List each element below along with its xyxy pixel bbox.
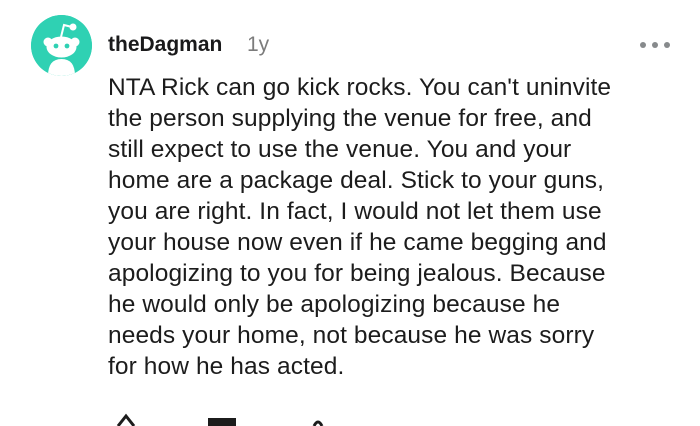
avatar[interactable] — [31, 15, 92, 76]
comment-line: apologizing to you for being jealous. Be… — [108, 260, 606, 287]
comment-line: you are right. In fact, I would not let … — [108, 198, 602, 225]
comment-line: for how he has acted. — [108, 353, 345, 380]
comment-body: NTA Rick can go kick rocks. You can't un… — [108, 72, 678, 382]
comment-line: your house now even if he came begging a… — [108, 229, 607, 256]
comment-line: still expect to use the venue. You and y… — [108, 136, 572, 163]
snoo-avatar-icon — [31, 15, 92, 76]
more-options-icon[interactable] — [640, 38, 670, 52]
comment-age: 1y — [247, 33, 270, 56]
comment-actions — [108, 406, 336, 426]
more-dot — [664, 42, 670, 48]
comment-line: NTA Rick can go kick rocks. You can't un… — [108, 74, 612, 101]
comment-line: needs your home, not because he was sorr… — [108, 322, 595, 349]
comment-line: he would only be apologizing because he — [108, 291, 561, 318]
upvote-icon[interactable] — [108, 406, 144, 426]
comment-line: the person supplying the venue for free,… — [108, 105, 592, 132]
award-icon[interactable] — [300, 406, 336, 426]
more-dot — [640, 42, 646, 48]
comment-author[interactable]: theDagman — [108, 31, 222, 59]
comment-line: home are a package deal. Stick to your g… — [108, 167, 605, 194]
more-dot — [652, 42, 658, 48]
reply-icon[interactable] — [204, 406, 240, 426]
